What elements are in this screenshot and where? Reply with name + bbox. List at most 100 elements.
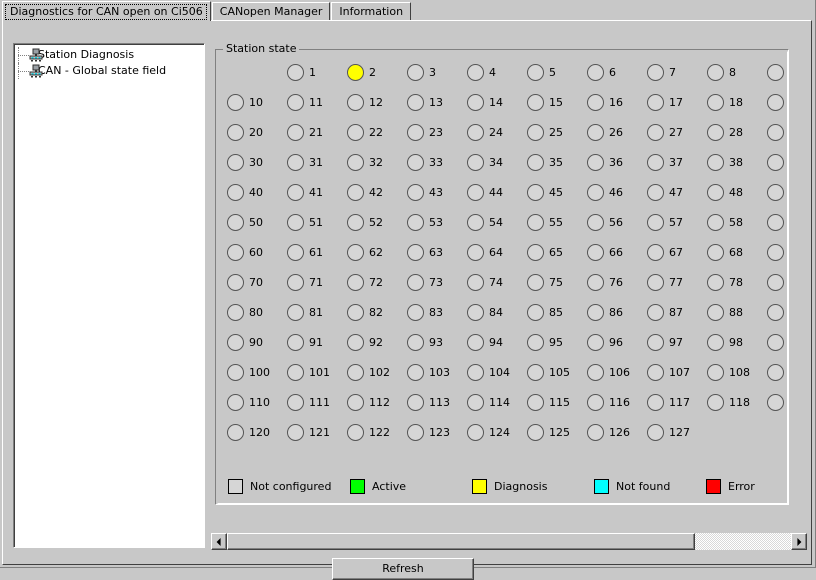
station-led-not-configured[interactable] bbox=[347, 303, 364, 321]
station-cell[interactable]: 79 bbox=[767, 271, 788, 293]
station-led-not-configured[interactable] bbox=[407, 363, 424, 381]
navigation-tree[interactable]: Station Diagnosis CAN - Global state fiel… bbox=[13, 43, 205, 548]
station-led-not-configured[interactable] bbox=[407, 333, 424, 351]
station-led-not-configured[interactable] bbox=[527, 333, 544, 351]
station-cell[interactable]: 44 bbox=[467, 181, 525, 203]
station-led-not-configured[interactable] bbox=[707, 213, 724, 231]
station-cell[interactable]: 65 bbox=[527, 241, 585, 263]
station-cell[interactable]: 104 bbox=[467, 361, 525, 383]
station-led-not-configured[interactable] bbox=[587, 273, 604, 291]
station-led-not-configured[interactable] bbox=[767, 243, 784, 261]
station-led-not-configured[interactable] bbox=[707, 183, 724, 201]
station-led-not-configured[interactable] bbox=[527, 183, 544, 201]
station-led-not-configured[interactable] bbox=[587, 243, 604, 261]
station-cell[interactable]: 75 bbox=[527, 271, 585, 293]
station-led-not-configured[interactable] bbox=[647, 243, 664, 261]
station-led-not-configured[interactable] bbox=[467, 393, 484, 411]
station-cell[interactable]: 83 bbox=[407, 301, 465, 323]
station-cell[interactable]: 38 bbox=[707, 151, 765, 173]
station-led-not-configured[interactable] bbox=[467, 63, 484, 81]
station-led-not-configured[interactable] bbox=[287, 333, 304, 351]
station-cell[interactable]: 111 bbox=[287, 391, 345, 413]
station-led-not-configured[interactable] bbox=[707, 273, 724, 291]
station-cell[interactable]: 97 bbox=[647, 331, 705, 353]
station-led-not-configured[interactable] bbox=[347, 93, 364, 111]
station-cell[interactable]: 17 bbox=[647, 91, 705, 113]
station-cell[interactable]: 55 bbox=[527, 211, 585, 233]
station-led-not-configured[interactable] bbox=[647, 93, 664, 111]
station-cell[interactable]: 48 bbox=[707, 181, 765, 203]
station-led-not-configured[interactable] bbox=[287, 363, 304, 381]
station-led-not-configured[interactable] bbox=[287, 213, 304, 231]
station-cell[interactable]: 4 bbox=[467, 61, 525, 83]
station-cell[interactable]: 3 bbox=[407, 61, 465, 83]
station-cell[interactable]: 60 bbox=[227, 241, 285, 263]
station-cell[interactable]: 105 bbox=[527, 361, 585, 383]
station-cell[interactable]: 57 bbox=[647, 211, 705, 233]
station-cell[interactable]: 25 bbox=[527, 121, 585, 143]
station-cell[interactable]: 9 bbox=[767, 61, 788, 83]
station-led-not-configured[interactable] bbox=[527, 363, 544, 381]
station-cell[interactable]: 2 bbox=[347, 61, 405, 83]
scroll-right-button[interactable] bbox=[791, 533, 807, 550]
station-led-not-configured[interactable] bbox=[707, 333, 724, 351]
station-cell[interactable]: 118 bbox=[707, 391, 765, 413]
station-led-not-configured[interactable] bbox=[647, 273, 664, 291]
station-led-not-configured[interactable] bbox=[767, 393, 784, 411]
station-cell[interactable]: 61 bbox=[287, 241, 345, 263]
station-cell[interactable]: 6 bbox=[587, 61, 645, 83]
station-cell[interactable]: 36 bbox=[587, 151, 645, 173]
station-cell[interactable]: 63 bbox=[407, 241, 465, 263]
station-led-not-configured[interactable] bbox=[527, 423, 544, 441]
station-led-not-configured[interactable] bbox=[707, 243, 724, 261]
station-led-not-configured[interactable] bbox=[707, 153, 724, 171]
horizontal-scrollbar[interactable] bbox=[211, 533, 807, 550]
station-led-not-configured[interactable] bbox=[347, 333, 364, 351]
station-cell[interactable]: 50 bbox=[227, 211, 285, 233]
station-cell[interactable]: 19 bbox=[767, 91, 788, 113]
station-cell[interactable]: 11 bbox=[287, 91, 345, 113]
station-cell[interactable]: 24 bbox=[467, 121, 525, 143]
station-cell[interactable]: 96 bbox=[587, 331, 645, 353]
station-cell[interactable]: 109 bbox=[767, 361, 788, 383]
station-cell[interactable]: 101 bbox=[287, 361, 345, 383]
station-cell[interactable]: 86 bbox=[587, 301, 645, 323]
station-cell[interactable]: 69 bbox=[767, 241, 788, 263]
scroll-left-button[interactable] bbox=[211, 533, 227, 550]
station-cell[interactable]: 81 bbox=[287, 301, 345, 323]
station-cell[interactable]: 31 bbox=[287, 151, 345, 173]
station-cell[interactable]: 92 bbox=[347, 331, 405, 353]
station-led-not-configured[interactable] bbox=[647, 363, 664, 381]
station-cell[interactable]: 123 bbox=[407, 421, 465, 443]
station-led-not-configured[interactable] bbox=[347, 243, 364, 261]
station-led-not-configured[interactable] bbox=[467, 333, 484, 351]
station-cell[interactable]: 51 bbox=[287, 211, 345, 233]
station-led-not-configured[interactable] bbox=[287, 393, 304, 411]
station-led-not-configured[interactable] bbox=[527, 63, 544, 81]
station-led-not-configured[interactable] bbox=[227, 333, 244, 351]
tab-2[interactable]: Information bbox=[331, 2, 412, 21]
station-led-diagnosis[interactable] bbox=[347, 63, 364, 81]
station-cell[interactable]: 99 bbox=[767, 331, 788, 353]
station-cell[interactable]: 112 bbox=[347, 391, 405, 413]
station-cell[interactable]: 74 bbox=[467, 271, 525, 293]
station-led-not-configured[interactable] bbox=[287, 63, 304, 81]
station-led-not-configured[interactable] bbox=[767, 303, 784, 321]
station-led-not-configured[interactable] bbox=[347, 123, 364, 141]
station-cell[interactable]: 64 bbox=[467, 241, 525, 263]
station-led-not-configured[interactable] bbox=[647, 393, 664, 411]
station-led-not-configured[interactable] bbox=[347, 393, 364, 411]
station-cell[interactable]: 66 bbox=[587, 241, 645, 263]
station-cell[interactable]: 1 bbox=[287, 61, 345, 83]
station-cell[interactable]: 54 bbox=[467, 211, 525, 233]
station-led-not-configured[interactable] bbox=[287, 93, 304, 111]
station-cell[interactable]: 91 bbox=[287, 331, 345, 353]
station-led-not-configured[interactable] bbox=[647, 423, 664, 441]
station-cell[interactable]: 46 bbox=[587, 181, 645, 203]
station-cell[interactable]: 115 bbox=[527, 391, 585, 413]
station-cell[interactable]: 90 bbox=[227, 331, 285, 353]
station-cell[interactable]: 14 bbox=[467, 91, 525, 113]
station-cell[interactable]: 122 bbox=[347, 421, 405, 443]
station-led-not-configured[interactable] bbox=[227, 93, 244, 111]
station-led-not-configured[interactable] bbox=[587, 423, 604, 441]
